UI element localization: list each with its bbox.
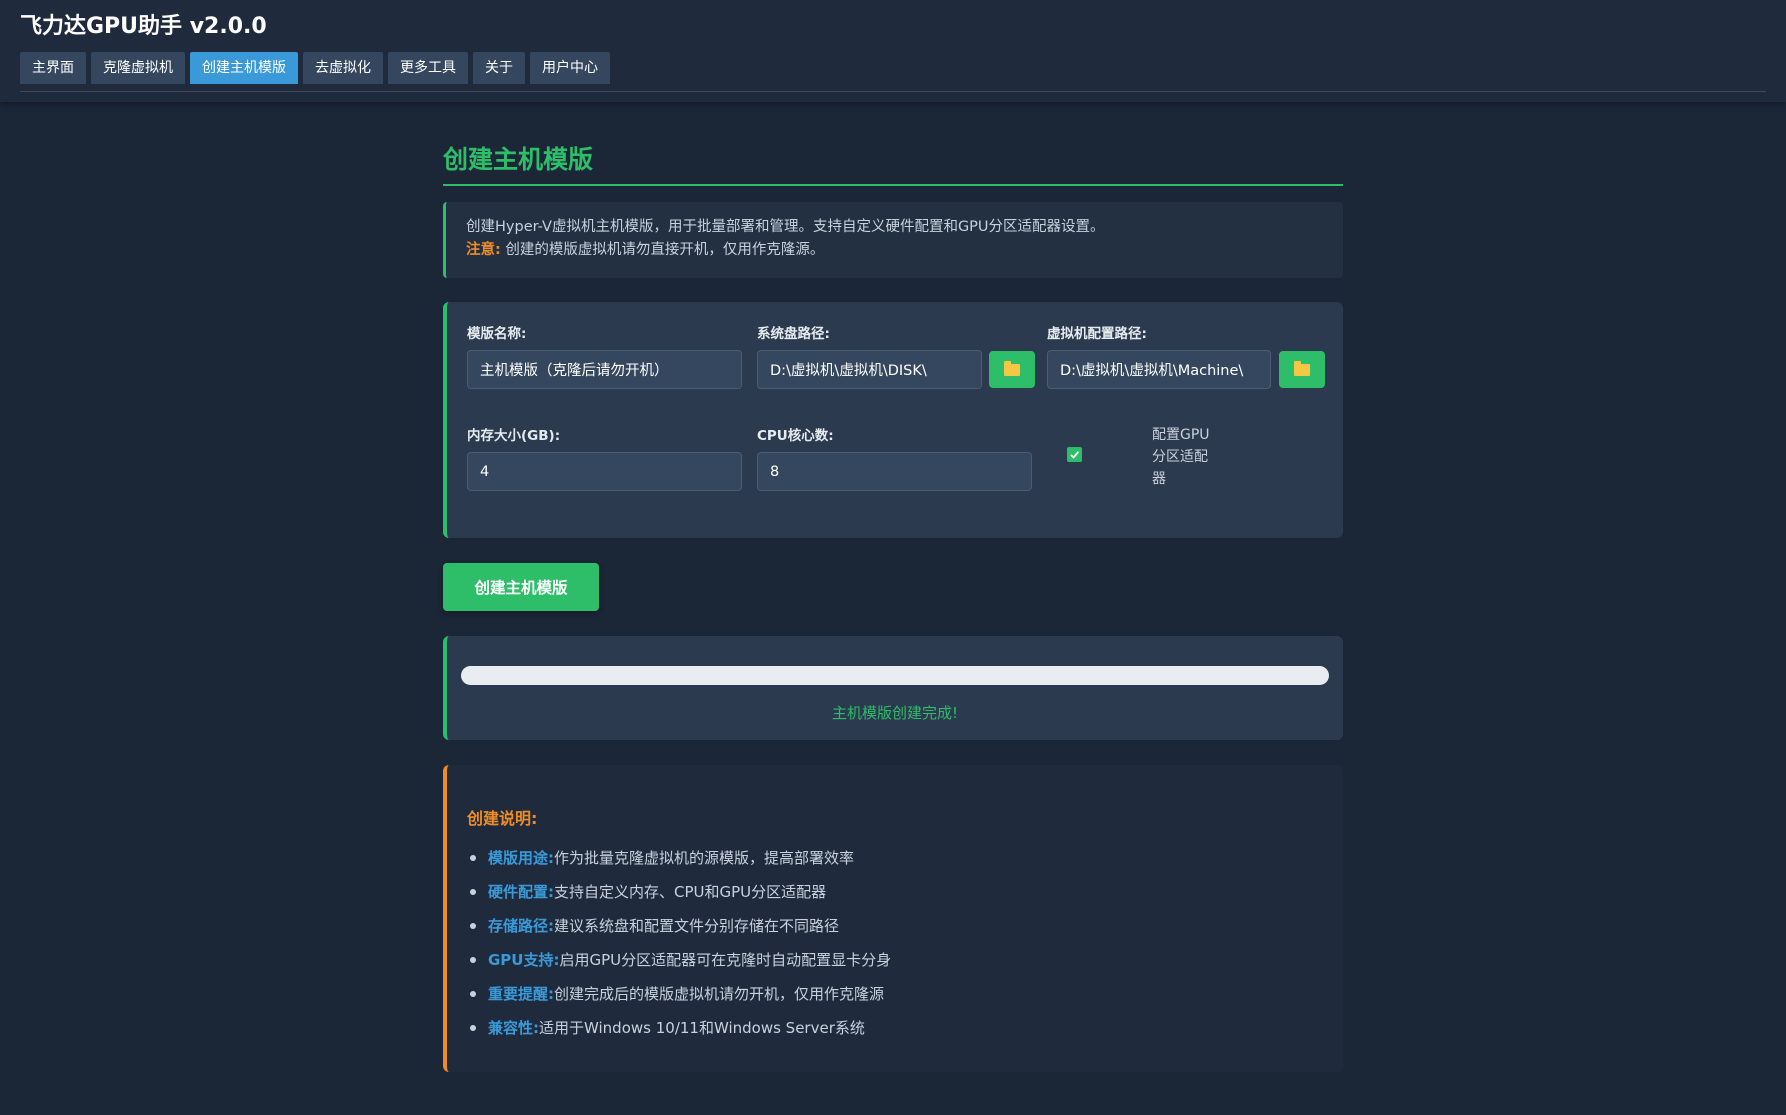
progress-bar [461,666,1329,685]
template-name-label: 模版名称: [467,326,527,342]
tab-bar: 主界面 克隆虚拟机 创建主机模版 去虚拟化 更多工具 关于 用户中心 [20,52,1766,84]
app-header: 飞力达GPU助手 v2.0.0 主界面 克隆虚拟机 创建主机模版 去虚拟化 更多… [0,0,1786,102]
bullet-icon [470,923,476,929]
instructions-list: 模版用途: 作为批量克隆虚拟机的源模版，提高部署效率 硬件配置: 支持自定义内存… [467,841,1323,1045]
folder-icon [1294,360,1310,376]
memory-input[interactable] [467,452,742,491]
folder-icon [1004,360,1020,376]
bullet-icon [470,991,476,997]
tab-clone-vm[interactable]: 克隆虚拟机 [91,52,185,84]
warning-label: 注意: [466,242,501,258]
note-key: 重要提醒: [488,985,554,1003]
gpu-adapter-checkbox[interactable] [1067,447,1082,462]
bullet-icon [470,957,476,963]
header-divider [20,91,1766,92]
gpu-adapter-label[interactable]: 配置GPU分区适配器 [1152,424,1216,490]
cpu-input[interactable] [757,452,1032,491]
tab-main[interactable]: 主界面 [20,52,86,84]
info-box: 创建Hyper-V虚拟机主机模版，用于批量部署和管理。支持自定义硬件配置和GPU… [443,202,1343,278]
config-path-input[interactable] [1047,350,1271,389]
instructions-panel: 创建说明: 模版用途: 作为批量克隆虚拟机的源模版，提高部署效率 硬件配置: 支… [443,765,1343,1072]
note-text: 建议系统盘和配置文件分别存储在不同路径 [554,917,840,935]
progress-status: 主机模版创建完成! [831,704,958,722]
note-key: 兼容性: [488,1019,539,1037]
list-item: GPU支持: 启用GPU分区适配器可在克隆时自动配置显卡分身 [467,943,1323,977]
note-text: 适用于Windows 10/11和Windows Server系统 [539,1019,865,1037]
bullet-icon [470,1025,476,1031]
tab-about[interactable]: 关于 [473,52,525,84]
note-text: 作为批量克隆虚拟机的源模版，提高部署效率 [554,849,855,867]
bullet-icon [470,855,476,861]
config-path-label: 虚拟机配置路径: [1047,326,1147,342]
list-item: 兼容性: 适用于Windows 10/11和Windows Server系统 [467,1011,1323,1045]
bullet-icon [470,889,476,895]
template-form: 模版名称: 系统盘路径: 虚拟机配置路径: 内存大小(GB): CPU核心数: … [443,302,1343,538]
check-icon [1070,451,1080,459]
app-title: 飞力达GPU助手 v2.0.0 [20,14,267,39]
tab-user-center[interactable]: 用户中心 [530,52,610,84]
list-item: 重要提醒: 创建完成后的模版虚拟机请勿开机，仅用作克隆源 [467,977,1323,1011]
note-key: 硬件配置: [488,883,554,901]
page-title: 创建主机模版 [443,140,1343,186]
progress-panel: 主机模版创建完成! [443,636,1343,740]
note-text: 启用GPU分区适配器可在克隆时自动配置显卡分身 [559,951,892,969]
tab-devirtualize[interactable]: 去虚拟化 [303,52,383,84]
note-key: GPU支持: [488,951,560,969]
intro-text: 创建Hyper-V虚拟机主机模版，用于批量部署和管理。支持自定义硬件配置和GPU… [466,219,1105,235]
note-key: 模版用途: [488,849,554,867]
system-disk-label: 系统盘路径: [757,326,830,342]
system-disk-input[interactable] [757,350,982,389]
tab-more-tools[interactable]: 更多工具 [388,52,468,84]
browse-system-disk-button[interactable] [989,351,1035,388]
main-content: 创建主机模版 创建Hyper-V虚拟机主机模版，用于批量部署和管理。支持自定义硬… [443,102,1343,1072]
template-name-input[interactable] [467,350,742,389]
cpu-label: CPU核心数: [757,428,834,444]
list-item: 存储路径: 建议系统盘和配置文件分别存储在不同路径 [467,909,1323,943]
note-text: 支持自定义内存、CPU和GPU分区适配器 [554,883,827,901]
progress-fill [461,666,1329,685]
list-item: 模版用途: 作为批量克隆虚拟机的源模版，提高部署效率 [467,841,1323,875]
warning-text: 创建的模版虚拟机请勿直接开机，仅用作克隆源。 [500,242,825,258]
browse-config-path-button[interactable] [1279,351,1325,388]
warning-line: 注意: 创建的模版虚拟机请勿直接开机，仅用作克隆源。 [466,239,1323,262]
note-text: 创建完成后的模版虚拟机请勿开机，仅用作克隆源 [554,985,885,1003]
create-template-button[interactable]: 创建主机模版 [443,563,599,611]
instructions-title: 创建说明: [467,809,538,828]
memory-label: 内存大小(GB): [467,428,561,444]
note-key: 存储路径: [488,917,554,935]
tab-create-template[interactable]: 创建主机模版 [190,52,298,84]
list-item: 硬件配置: 支持自定义内存、CPU和GPU分区适配器 [467,875,1323,909]
